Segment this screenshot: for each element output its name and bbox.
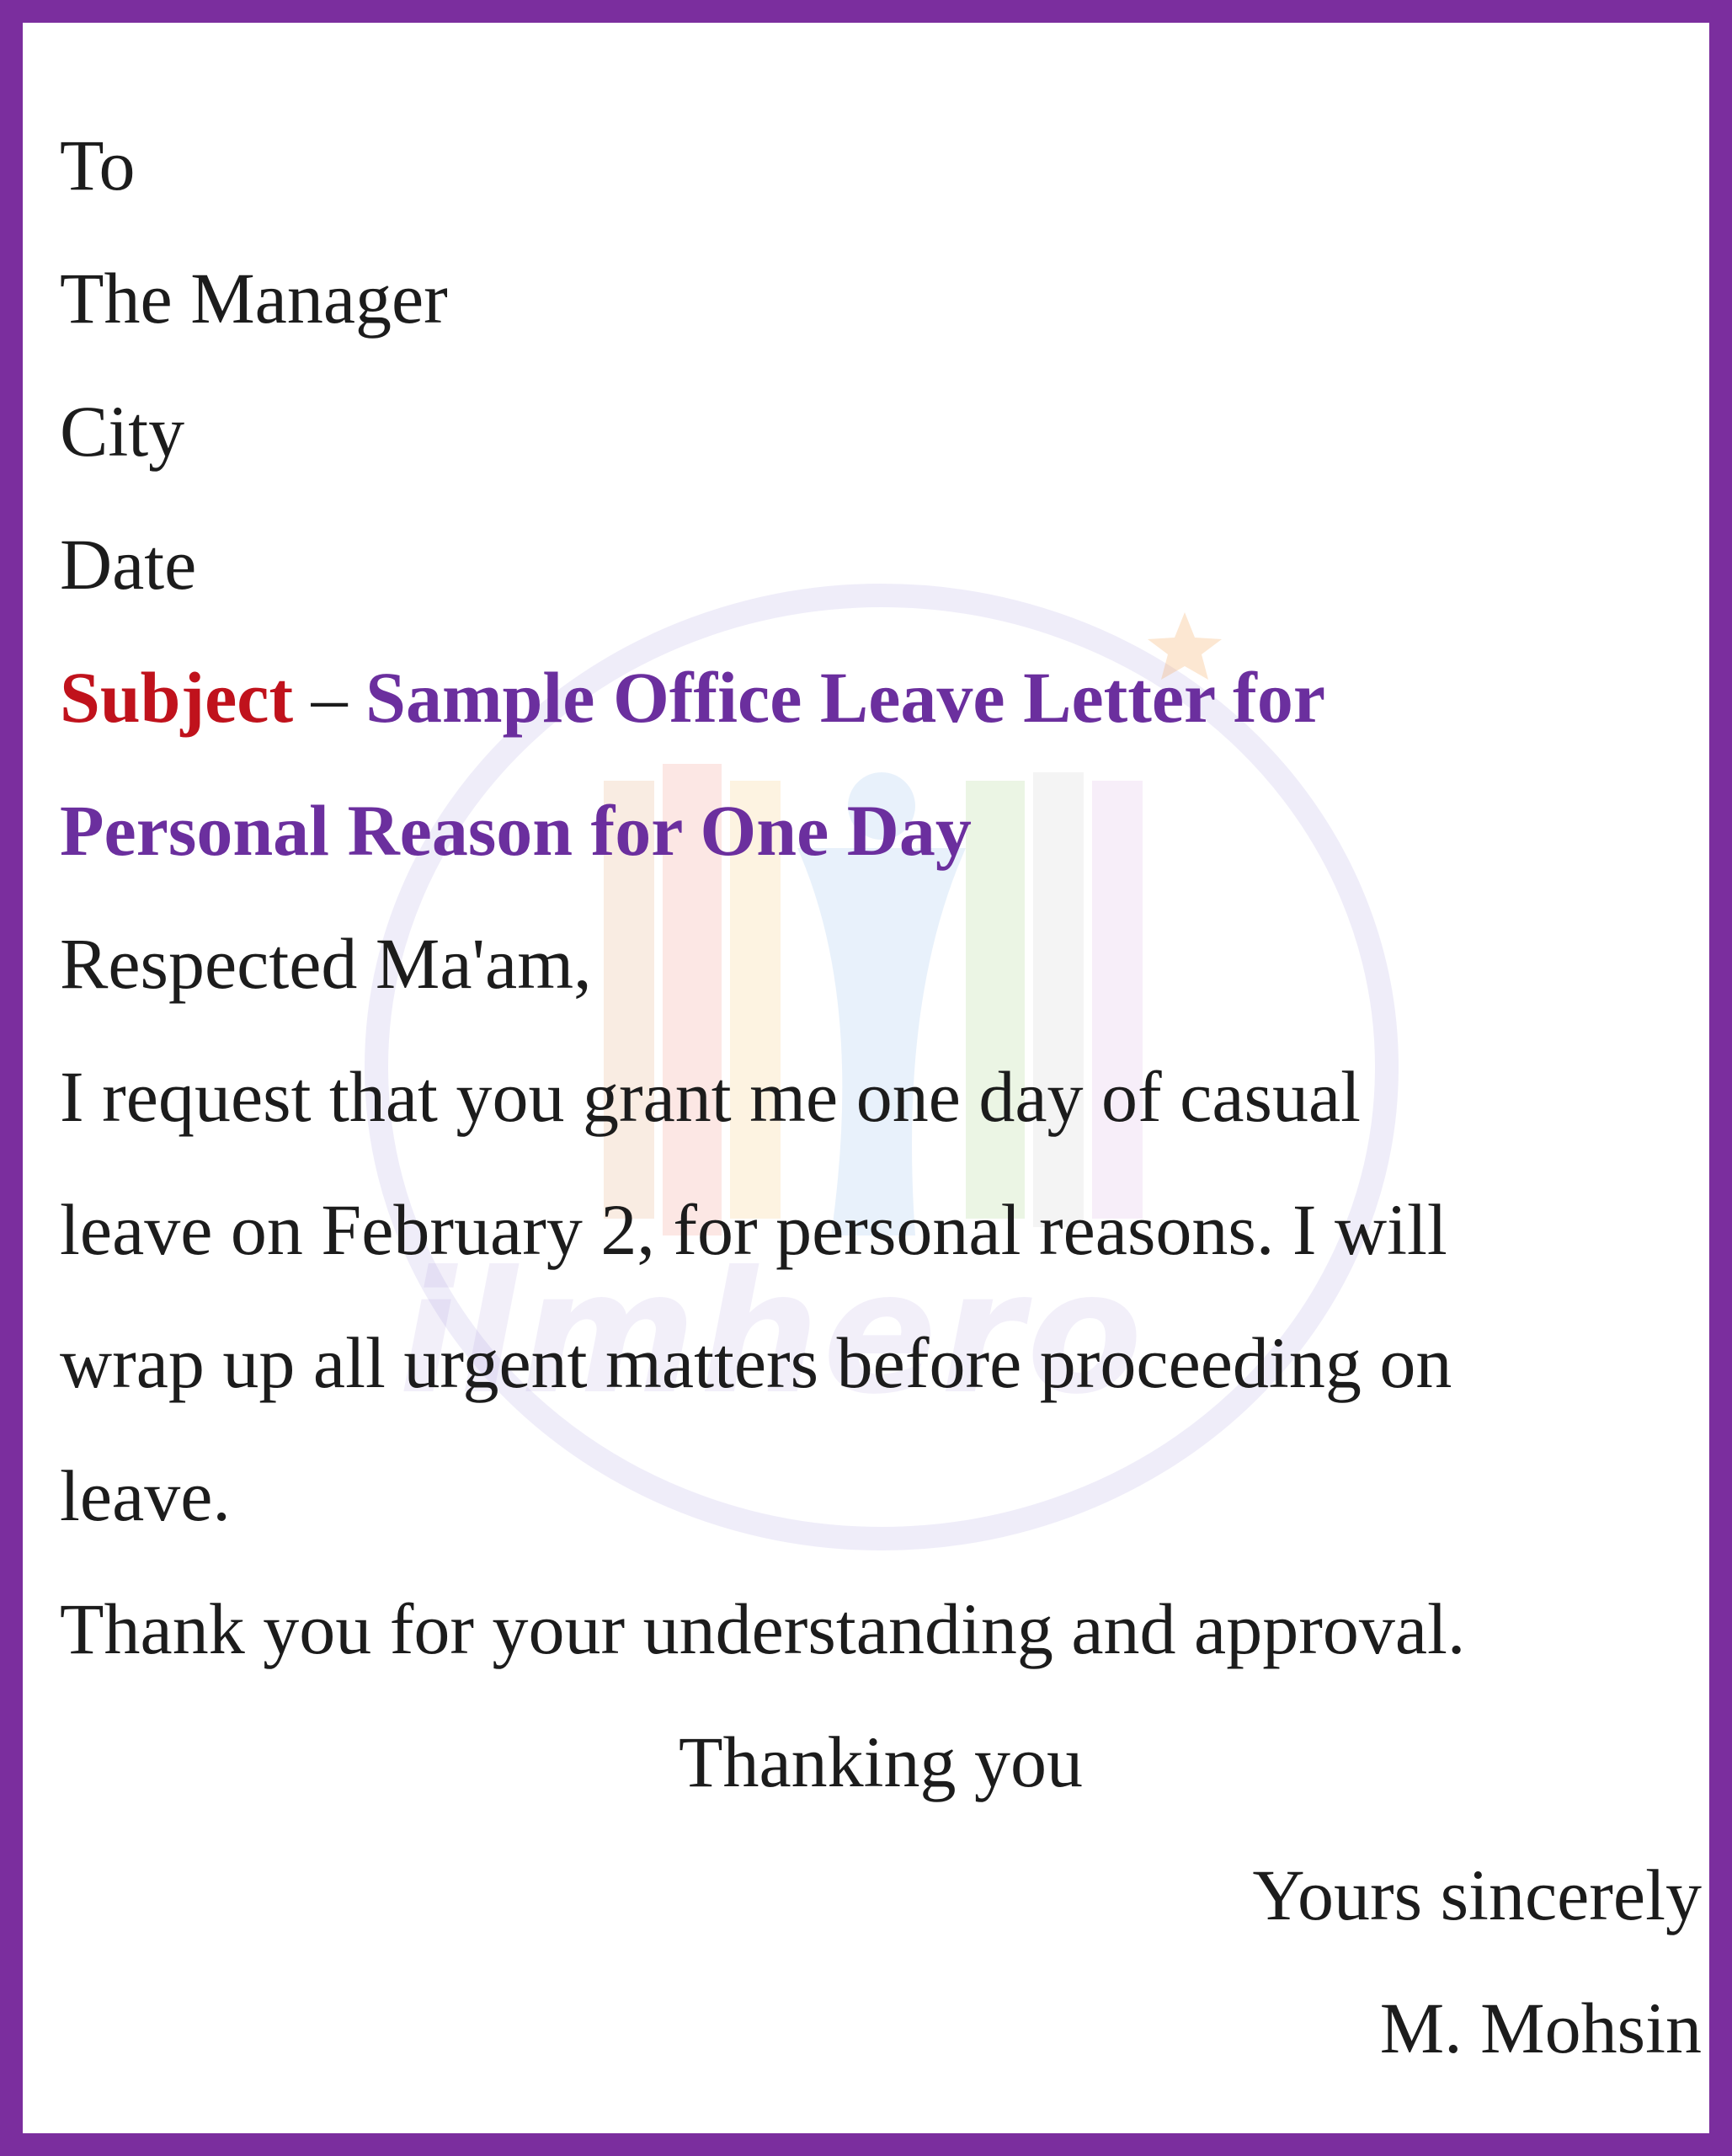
- body-line: leave.: [60, 1455, 231, 1536]
- subject-text-1: Sample Office Leave Letter for: [365, 657, 1325, 738]
- letter-body: To The Manager City Date Subject – Sampl…: [60, 99, 1702, 2095]
- body-line: leave on February 2, for personal reason…: [60, 1189, 1447, 1270]
- to-line: To: [60, 125, 136, 205]
- letter-date: Date: [60, 524, 197, 605]
- subject-dash: –: [293, 657, 366, 738]
- signature-name: M. Mohsin: [1379, 1988, 1702, 2068]
- recipient-city: City: [60, 391, 185, 472]
- body-line: wrap up all urgent matters before procee…: [60, 1322, 1452, 1403]
- salutation: Respected Ma'am,: [60, 923, 592, 1004]
- recipient-name: The Manager: [60, 258, 448, 339]
- thanks-line: Thank you for your understanding and app…: [60, 1588, 1466, 1669]
- subject-line-1: Subject – Sample Office Leave Letter for: [60, 631, 1702, 764]
- subject-label: Subject: [60, 657, 294, 738]
- sign-off: Yours sincerely: [1252, 1854, 1702, 1935]
- letter-page: ilmhero To The Manager City Date Subject…: [0, 0, 1732, 2156]
- thanking-you: Thanking you: [678, 1721, 1084, 1802]
- subject-text-2: Personal Reason for One Day: [60, 790, 972, 871]
- body-line: I request that you grant me one day of c…: [60, 1056, 1362, 1137]
